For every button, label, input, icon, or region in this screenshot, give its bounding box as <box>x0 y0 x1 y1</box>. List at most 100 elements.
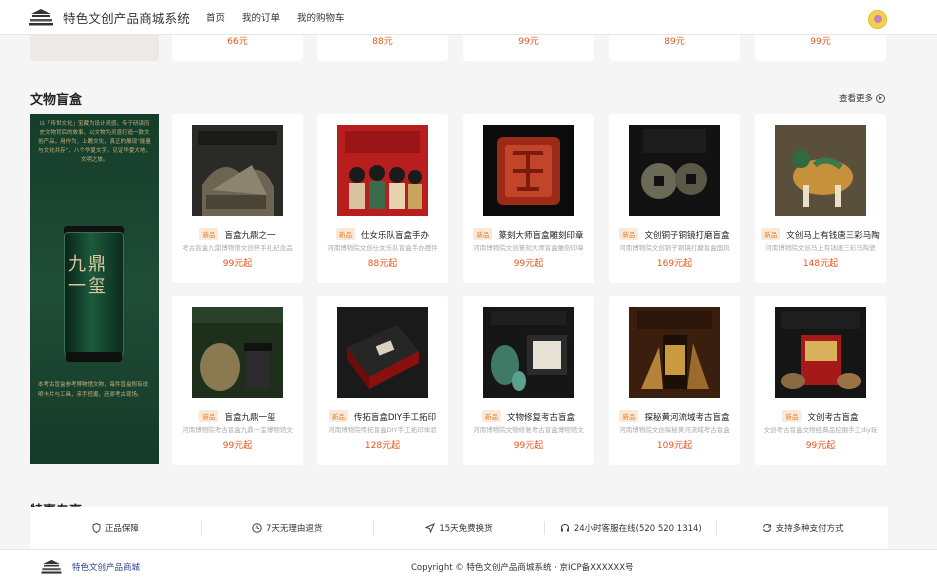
view-more-link[interactable]: 查看更多 <box>839 92 886 104</box>
product-desc: 河南博物院考古盲盒九鼎一玺博物馆文 <box>182 426 293 434</box>
product-card[interactable]: 新品 文创铜子铜镜打磨盲盒 河南博物院文创铜子铜镜打磨盲盒国风 169元起 <box>609 114 740 283</box>
copyright-text: Copyright © 特色文创产品商城系统 · 京ICP备XXXXXX号 <box>411 563 634 573</box>
logo-icon[interactable] <box>29 8 53 26</box>
footer-logo-icon[interactable] <box>41 559 62 574</box>
product-name[interactable]: 篆刻大师盲盒雕刻印章 <box>498 231 583 241</box>
product-name[interactable]: 传拓盲盒DIY手工拓印 <box>354 413 436 423</box>
product-card[interactable]: 新品 仕女乐队盲盒手办 河南博物院文创仕女乐队盲盒手办摆件 88元起 <box>317 114 448 283</box>
product-name[interactable]: 盲盒九鼎之一 <box>224 231 275 241</box>
product-image[interactable] <box>483 125 574 216</box>
product-card[interactable]: 新品 盲盒九鼎之一 考古盲盒九鼎博物馆文创怀手礼纪念品 99元起 <box>172 114 303 283</box>
previous-banner-bottom <box>30 35 159 61</box>
footer-brand[interactable]: 特色文创产品商城 <box>72 561 140 573</box>
product-desc: 河南博物院文物修复考古盲盒博物馆文 <box>473 426 584 434</box>
product-image[interactable] <box>192 125 283 216</box>
new-badge: 新品 <box>761 228 781 240</box>
jar-base <box>66 352 122 362</box>
nav-cart[interactable]: 我的购物车 <box>297 10 345 24</box>
previous-section-strip: 66元 88元 99元 89元 99元 <box>0 35 937 61</box>
service-item: 7天无理由退货 <box>202 521 374 535</box>
product-desc: 河南博物院文创铜子铜镜打磨盲盒国风 <box>619 244 730 252</box>
product-name[interactable]: 盲盒九鼎一玺 <box>224 413 275 423</box>
product-card[interactable]: 新品 文创考古盲盒 文创考古盲盒文物经典品挖掘手工diy玩 99元起 <box>755 296 886 465</box>
product-image[interactable] <box>337 125 428 216</box>
product-desc: 河南博物院传拓盲盒DIY手工拓印体验 <box>328 426 437 434</box>
previous-card-price[interactable]: 88元 <box>317 35 448 61</box>
service-label: 正品保障 <box>104 524 139 534</box>
view-more-label: 查看更多 <box>839 94 874 104</box>
product-price: 99元起 <box>513 441 544 451</box>
service-label: 24小时客服在线(520 520 1314) <box>573 524 702 534</box>
new-badge: 新品 <box>335 228 355 240</box>
product-desc: 河南博物院文创探秘黄河流域考古盲盒 <box>619 426 730 434</box>
product-image[interactable] <box>483 307 574 398</box>
new-badge: 新品 <box>619 228 639 240</box>
send-icon <box>425 523 436 533</box>
service-item: 15天免费换货 <box>374 521 546 535</box>
page-footer: 特色文创产品商城 Copyright © 特色文创产品商城系统 · 京ICP备X… <box>0 549 937 581</box>
product-card[interactable]: 新品 文创马上有钱唐三彩马陶 河南博物院文创马上有钱唐三彩马陶瓷 148元起 <box>755 114 886 283</box>
product-price: 109元起 <box>656 441 693 451</box>
product-price: 88元起 <box>367 259 398 269</box>
nav-orders[interactable]: 我的订单 <box>242 10 280 24</box>
product-price: 128元起 <box>364 441 401 451</box>
product-price: 99元起 <box>222 259 253 269</box>
new-badge: 新品 <box>199 228 219 240</box>
product-price: 99元起 <box>805 441 836 451</box>
top-header: 特色文创产品商城系统 首页 我的订单 我的购物车 <box>0 0 937 35</box>
product-price: 99元起 <box>513 259 544 269</box>
product-price: 148元起 <box>802 259 839 269</box>
service-item: 支持多种支付方式 <box>717 521 888 535</box>
product-image[interactable] <box>629 125 720 216</box>
new-badge: 新品 <box>328 410 348 422</box>
service-item: 正品保障 <box>30 521 202 535</box>
new-badge: 新品 <box>473 228 493 240</box>
service-bar: 正品保障 7天无理由退货 15天免费换货 24小时客服在线(520 520 13… <box>30 507 888 549</box>
clock-icon <box>252 523 262 533</box>
shield-icon <box>92 523 101 533</box>
previous-card-price[interactable]: 99元 <box>463 35 594 61</box>
product-card[interactable]: 新品 篆刻大师盲盒雕刻印章 河南博物院文创篆刻大师盲盒雕刻印章 99元起 <box>463 114 594 283</box>
section-banner[interactable]: 以「传世文化」宝藏为设计灵感，专于研读历史文物背后的故事，以文物为灵感打造一款文… <box>30 114 159 464</box>
product-name[interactable]: 文创铜子铜镜打磨盲盒 <box>644 231 729 241</box>
service-label: 支持多种支付方式 <box>775 524 844 534</box>
product-image[interactable] <box>775 125 866 216</box>
product-image[interactable] <box>192 307 283 398</box>
nav-home[interactable]: 首页 <box>206 10 225 24</box>
product-name[interactable]: 仕女乐队盲盒手办 <box>361 231 429 241</box>
service-label: 7天无理由退货 <box>265 524 323 534</box>
product-name[interactable]: 文创考古盲盒 <box>807 413 858 423</box>
new-badge: 新品 <box>199 410 219 422</box>
previous-card-price[interactable]: 99元 <box>755 35 886 61</box>
service-item: 24小时客服在线(520 520 1314) <box>545 521 718 535</box>
banner-calligraphy: 九鼎一玺 <box>68 254 108 297</box>
user-avatar[interactable] <box>868 10 887 29</box>
product-card[interactable]: 新品 盲盒九鼎一玺 河南博物院考古盲盒九鼎一玺博物馆文 99元起 <box>172 296 303 465</box>
banner-intro-text: 以「传世文化」宝藏为设计灵感，专于研读历史文物背后的故事，以文物为灵感打造一款文… <box>38 121 151 163</box>
product-price: 169元起 <box>656 259 693 269</box>
product-card[interactable]: 新品 探秘黄河流域考古盲盒 河南博物院文创探秘黄河流域考古盲盒 109元起 <box>609 296 740 465</box>
product-image[interactable] <box>629 307 720 398</box>
product-image[interactable] <box>337 307 428 398</box>
product-desc: 河南博物院文创篆刻大师盲盒雕刻印章 <box>473 244 584 252</box>
next-section-title: 特惠专享 <box>30 500 82 507</box>
headset-icon <box>560 523 569 532</box>
product-name[interactable]: 文创马上有钱唐三彩马陶 <box>786 231 880 241</box>
site-brand[interactable]: 特色文创产品商城系统 <box>63 8 190 27</box>
product-image[interactable] <box>775 307 866 398</box>
product-card[interactable]: 新品 文物修复考古盲盒 河南博物院文物修复考古盲盒博物馆文 99元起 <box>463 296 594 465</box>
service-label: 15天免费换货 <box>439 524 493 534</box>
new-badge: 新品 <box>782 410 802 422</box>
banner-footer-text: 本考古盲盒参考博物馆文物，每件盲盒附有说明卡片与工具，亲手挖掘，还原考古现场。 <box>38 382 149 398</box>
product-desc: 考古盲盒九鼎博物馆文创怀手礼纪念品 <box>182 244 293 252</box>
arrow-circle-icon <box>876 93 886 103</box>
previous-card-price[interactable]: 66元 <box>172 35 303 61</box>
new-badge: 新品 <box>481 410 501 422</box>
product-name[interactable]: 探秘黄河流域考古盲盒 <box>644 413 729 423</box>
main-nav: 首页 我的订单 我的购物车 <box>206 10 362 24</box>
product-price: 99元起 <box>222 441 253 451</box>
refresh-icon <box>762 523 771 533</box>
previous-card-price[interactable]: 89元 <box>609 35 740 61</box>
product-name[interactable]: 文物修复考古盲盒 <box>507 413 575 423</box>
product-card[interactable]: 新品 传拓盲盒DIY手工拓印 河南博物院传拓盲盒DIY手工拓印体验 128元起 <box>317 296 448 465</box>
